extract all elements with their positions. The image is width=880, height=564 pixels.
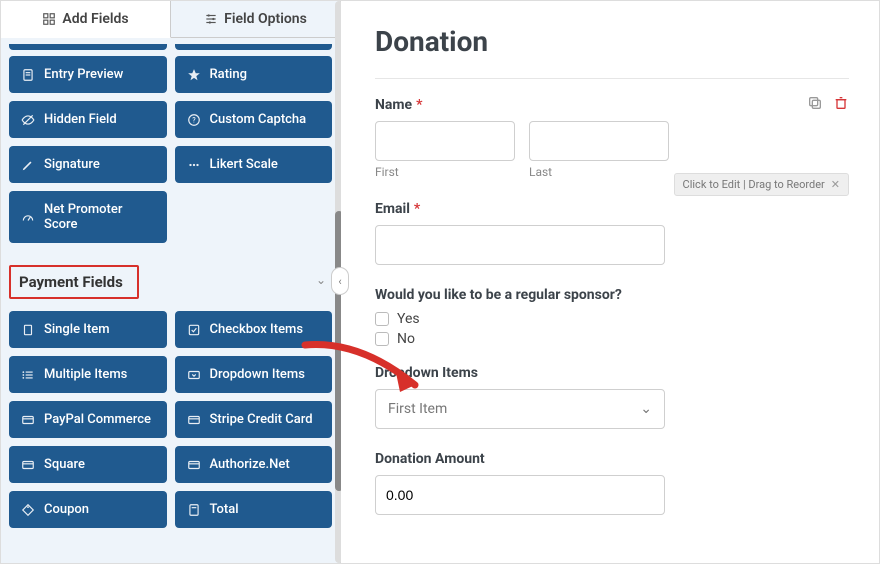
field-entry-preview[interactable]: Entry Preview <box>9 56 167 93</box>
tab-add-fields[interactable]: Add Fields <box>1 1 171 38</box>
field-dropdown-block[interactable]: Dropdown Items First Item ⌄ <box>375 365 849 429</box>
checkbox-icon <box>375 332 389 346</box>
calc-icon <box>187 503 201 517</box>
card-icon <box>187 458 201 472</box>
field-sponsor-block[interactable]: Would you like to be a regular sponsor? … <box>375 287 849 347</box>
field-label: Authorize.Net <box>210 457 290 472</box>
tab-label: Field Options <box>224 11 307 27</box>
edit-hint: Click to Edit | Drag to Reorder ✕ <box>674 173 849 196</box>
card-icon <box>21 413 35 427</box>
duplicate-icon[interactable] <box>807 95 823 115</box>
section-title: Payment Fields <box>19 273 123 291</box>
field-label: Entry Preview <box>44 67 123 82</box>
field-nps[interactable]: Net Promoter Score <box>9 191 167 243</box>
field-label: Hidden Field <box>44 112 117 127</box>
card-icon <box>21 458 35 472</box>
field-label: Custom Captcha <box>210 112 307 127</box>
close-icon[interactable]: ✕ <box>831 178 840 191</box>
check-square-icon <box>187 323 201 337</box>
last-name-input[interactable] <box>529 121 669 161</box>
field-label: Single Item <box>44 322 110 337</box>
field-label: Checkbox Items <box>210 322 304 337</box>
field-label: Square <box>44 457 85 472</box>
sponsor-label: Would you like to be a regular sponsor? <box>375 287 849 303</box>
help-icon: ? <box>187 113 201 127</box>
field-likert[interactable]: Likert Scale <box>175 146 333 183</box>
field-authorize[interactable]: Authorize.Net <box>175 446 333 483</box>
field-label: Signature <box>44 157 100 172</box>
field-dropdown-items[interactable]: Dropdown Items <box>175 356 333 393</box>
field-multiple-items[interactable]: Multiple Items <box>9 356 167 393</box>
field-label: Multiple Items <box>44 367 127 382</box>
field-custom-captcha[interactable]: ? Custom Captcha <box>175 101 333 138</box>
chevron-down-icon: ⌄ <box>640 401 652 417</box>
dropdown-select[interactable]: First Item ⌄ <box>375 389 665 429</box>
doc-icon <box>21 68 35 82</box>
dropdown-label: Dropdown Items <box>375 365 849 381</box>
chevron-left-icon: ‹ <box>338 275 341 288</box>
email-label: Email* <box>375 201 849 217</box>
field-coupon[interactable]: Coupon <box>9 491 167 528</box>
field-label: Stripe Credit Card <box>210 412 313 427</box>
field-single-item[interactable]: Single Item <box>9 311 167 348</box>
checkbox-icon <box>375 312 389 326</box>
card-icon <box>187 413 201 427</box>
field-amount-block[interactable]: Donation Amount <box>375 451 849 515</box>
file-icon <box>21 323 35 337</box>
form-title[interactable]: Donation <box>375 25 849 58</box>
tag-icon <box>21 503 35 517</box>
field-total[interactable]: Total <box>175 491 333 528</box>
email-input[interactable] <box>375 225 665 265</box>
tab-label: Add Fields <box>62 11 128 27</box>
sliders-icon <box>204 12 218 26</box>
field-label: Net Promoter Score <box>44 202 155 232</box>
star-icon <box>187 68 201 82</box>
collapse-sidebar-button[interactable]: ‹ <box>331 267 349 295</box>
divider <box>375 78 849 79</box>
field-label: Total <box>210 502 239 517</box>
field-rating[interactable]: Rating <box>175 56 333 93</box>
field-label: Rating <box>210 67 247 82</box>
field-label: Coupon <box>44 502 89 517</box>
list-icon <box>21 368 35 382</box>
delete-icon[interactable] <box>833 95 849 115</box>
pen-icon <box>21 158 35 172</box>
field-email-block[interactable]: Email* <box>375 201 849 265</box>
first-name-input[interactable] <box>375 121 515 161</box>
dropdown-icon <box>187 368 201 382</box>
amount-input[interactable] <box>375 475 665 515</box>
last-sublabel: Last <box>529 165 669 179</box>
field-label: Dropdown Items <box>210 367 305 382</box>
partial-row-top <box>9 44 332 50</box>
field-paypal[interactable]: PayPal Commerce <box>9 401 167 438</box>
field-label: Likert Scale <box>210 157 278 172</box>
grid-icon <box>42 12 56 26</box>
section-payment-fields[interactable]: Payment Fields <box>9 265 139 299</box>
field-signature[interactable]: Signature <box>9 146 167 183</box>
eye-off-icon <box>21 113 35 127</box>
field-label: PayPal Commerce <box>44 412 151 427</box>
field-checkbox-items[interactable]: Checkbox Items <box>175 311 333 348</box>
tab-field-options[interactable]: Field Options <box>171 1 340 38</box>
field-hidden[interactable]: Hidden Field <box>9 101 167 138</box>
dropdown-selected: First Item <box>388 401 447 417</box>
field-name-block[interactable]: Name* First Last Click to Edit | Drag to… <box>375 97 849 179</box>
dots-icon <box>187 158 201 172</box>
field-stripe[interactable]: Stripe Credit Card <box>175 401 333 438</box>
field-square[interactable]: Square <box>9 446 167 483</box>
sponsor-option-no[interactable]: No <box>375 331 849 347</box>
first-sublabel: First <box>375 165 515 179</box>
gauge-icon <box>21 210 35 224</box>
sponsor-option-yes[interactable]: Yes <box>375 311 849 327</box>
svg-text:?: ? <box>192 116 196 124</box>
amount-label: Donation Amount <box>375 451 849 467</box>
name-label: Name* <box>375 97 849 113</box>
chevron-down-icon[interactable]: ⌄ <box>316 273 332 287</box>
